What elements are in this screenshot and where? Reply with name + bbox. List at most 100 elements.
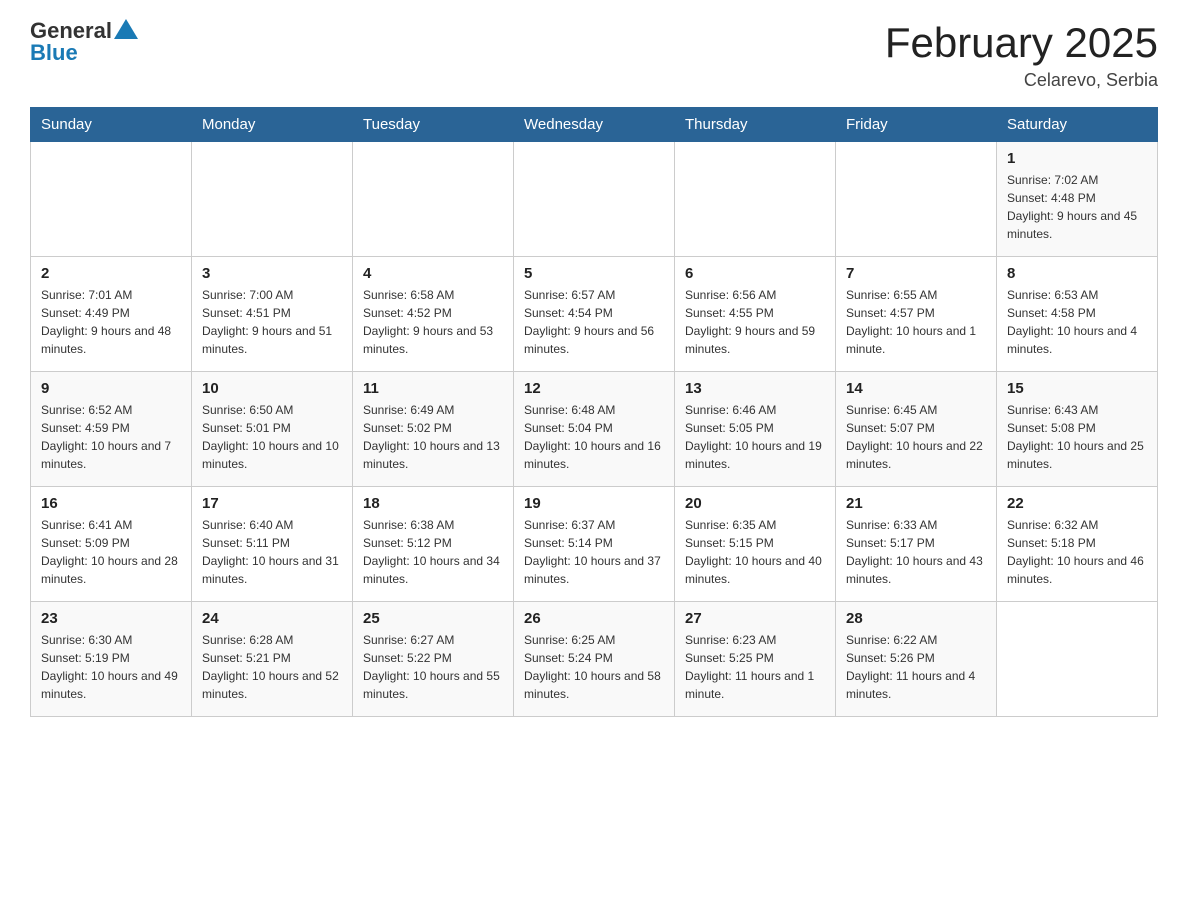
logo: General Blue: [30, 20, 138, 64]
day-number: 18: [363, 495, 503, 512]
day-number: 3: [202, 265, 342, 282]
day-number: 16: [41, 495, 181, 512]
day-info: Sunrise: 6:43 AMSunset: 5:08 PMDaylight:…: [1007, 401, 1147, 473]
day-info: Sunrise: 6:40 AMSunset: 5:11 PMDaylight:…: [202, 516, 342, 588]
header-thursday: Thursday: [675, 108, 836, 142]
table-row: 8 Sunrise: 6:53 AMSunset: 4:58 PMDaylight…: [997, 257, 1158, 372]
weekday-header-row: Sunday Monday Tuesday Wednesday Thursday…: [31, 108, 1158, 142]
header-tuesday: Tuesday: [353, 108, 514, 142]
day-info: Sunrise: 6:48 AMSunset: 5:04 PMDaylight:…: [524, 401, 664, 473]
day-number: 10: [202, 380, 342, 397]
day-info: Sunrise: 6:28 AMSunset: 5:21 PMDaylight:…: [202, 631, 342, 703]
table-row: 24 Sunrise: 6:28 AMSunset: 5:21 PMDayligh…: [192, 602, 353, 717]
header-sunday: Sunday: [31, 108, 192, 142]
logo-triangle-icon: [114, 19, 138, 39]
table-row: 21 Sunrise: 6:33 AMSunset: 5:17 PMDayligh…: [836, 487, 997, 602]
day-info: Sunrise: 6:30 AMSunset: 5:19 PMDaylight:…: [41, 631, 181, 703]
table-row: 13Sunrise: 6:46 AMSunset: 5:05 PMDayligh…: [675, 372, 836, 487]
table-row: 12 Sunrise: 6:48 AMSunset: 5:04 PMDayligh…: [514, 372, 675, 487]
table-row: 18 Sunrise: 6:38 AMSunset: 5:12 PMDayligh…: [353, 487, 514, 602]
day-info: Sunrise: 7:00 AMSunset: 4:51 PMDaylight:…: [202, 286, 342, 358]
day-info: Sunrise: 6:45 AMSunset: 5:07 PMDaylight:…: [846, 401, 986, 473]
table-row: 25 Sunrise: 6:27 AMSunset: 5:22 PMDayligh…: [353, 602, 514, 717]
calendar-title: February 2025: [885, 20, 1158, 66]
day-number: 17: [202, 495, 342, 512]
title-group: February 2025 Celarevo, Serbia: [885, 20, 1158, 91]
day-info: Sunrise: 6:57 AMSunset: 4:54 PMDaylight:…: [524, 286, 664, 358]
calendar-week-row: 16Sunrise: 6:41 AMSunset: 5:09 PMDayligh…: [31, 487, 1158, 602]
table-row: [997, 602, 1158, 717]
table-row: [192, 142, 353, 257]
day-number: 5: [524, 265, 664, 282]
day-info: Sunrise: 6:38 AMSunset: 5:12 PMDaylight:…: [363, 516, 503, 588]
calendar-week-row: 2 Sunrise: 7:01 AMSunset: 4:49 PMDaylight…: [31, 257, 1158, 372]
header-monday: Monday: [192, 108, 353, 142]
day-number: 8: [1007, 265, 1147, 282]
day-info: Sunrise: 6:58 AMSunset: 4:52 PMDaylight:…: [363, 286, 503, 358]
table-row: [836, 142, 997, 257]
day-number: 11: [363, 380, 503, 397]
day-info: Sunrise: 7:02 AMSunset: 4:48 PMDaylight:…: [1007, 171, 1147, 243]
table-row: 23 Sunrise: 6:30 AMSunset: 5:19 PMDayligh…: [31, 602, 192, 717]
day-number: 20: [685, 495, 825, 512]
day-info: Sunrise: 6:27 AMSunset: 5:22 PMDaylight:…: [363, 631, 503, 703]
day-info: Sunrise: 6:32 AMSunset: 5:18 PMDaylight:…: [1007, 516, 1147, 588]
day-info: Sunrise: 7:01 AMSunset: 4:49 PMDaylight:…: [41, 286, 181, 358]
day-number: 21: [846, 495, 986, 512]
table-row: 2 Sunrise: 7:01 AMSunset: 4:49 PMDaylight…: [31, 257, 192, 372]
table-row: [675, 142, 836, 257]
calendar-week-row: 1Sunrise: 7:02 AMSunset: 4:48 PMDaylight…: [31, 142, 1158, 257]
day-number: 15: [1007, 380, 1147, 397]
day-info: Sunrise: 6:56 AMSunset: 4:55 PMDaylight:…: [685, 286, 825, 358]
day-number: 25: [363, 610, 503, 627]
day-number: 19: [524, 495, 664, 512]
table-row: 26Sunrise: 6:25 AMSunset: 5:24 PMDayligh…: [514, 602, 675, 717]
day-info: Sunrise: 6:52 AMSunset: 4:59 PMDaylight:…: [41, 401, 181, 473]
table-row: 28 Sunrise: 6:22 AMSunset: 5:26 PMDayligh…: [836, 602, 997, 717]
table-row: [514, 142, 675, 257]
day-number: 24: [202, 610, 342, 627]
day-number: 7: [846, 265, 986, 282]
calendar-subtitle: Celarevo, Serbia: [885, 70, 1158, 91]
table-row: [353, 142, 514, 257]
day-number: 6: [685, 265, 825, 282]
table-row: 27 Sunrise: 6:23 AMSunset: 5:25 PMDayligh…: [675, 602, 836, 717]
table-row: 20 Sunrise: 6:35 AMSunset: 5:15 PMDayligh…: [675, 487, 836, 602]
table-row: 16Sunrise: 6:41 AMSunset: 5:09 PMDayligh…: [31, 487, 192, 602]
table-row: 17 Sunrise: 6:40 AMSunset: 5:11 PMDayligh…: [192, 487, 353, 602]
page-header: General Blue February 2025 Celarevo, Ser…: [30, 20, 1158, 91]
day-info: Sunrise: 6:35 AMSunset: 5:15 PMDaylight:…: [685, 516, 825, 588]
day-info: Sunrise: 6:53 AMSunset: 4:58 PMDaylight:…: [1007, 286, 1147, 358]
day-info: Sunrise: 6:23 AMSunset: 5:25 PMDaylight:…: [685, 631, 825, 703]
day-number: 12: [524, 380, 664, 397]
day-number: 23: [41, 610, 181, 627]
day-number: 27: [685, 610, 825, 627]
table-row: 15 Sunrise: 6:43 AMSunset: 5:08 PMDayligh…: [997, 372, 1158, 487]
calendar-table: Sunday Monday Tuesday Wednesday Thursday…: [30, 107, 1158, 717]
table-row: 11 Sunrise: 6:49 AMSunset: 5:02 PMDayligh…: [353, 372, 514, 487]
day-info: Sunrise: 6:22 AMSunset: 5:26 PMDaylight:…: [846, 631, 986, 703]
day-number: 2: [41, 265, 181, 282]
table-row: 7 Sunrise: 6:55 AMSunset: 4:57 PMDaylight…: [836, 257, 997, 372]
day-info: Sunrise: 6:37 AMSunset: 5:14 PMDaylight:…: [524, 516, 664, 588]
day-number: 26: [524, 610, 664, 627]
table-row: [31, 142, 192, 257]
table-row: 22 Sunrise: 6:32 AMSunset: 5:18 PMDayligh…: [997, 487, 1158, 602]
logo-blue-text: Blue: [30, 42, 138, 64]
header-wednesday: Wednesday: [514, 108, 675, 142]
day-number: 13: [685, 380, 825, 397]
day-info: Sunrise: 6:33 AMSunset: 5:17 PMDaylight:…: [846, 516, 986, 588]
day-info: Sunrise: 6:50 AMSunset: 5:01 PMDaylight:…: [202, 401, 342, 473]
table-row: 19 Sunrise: 6:37 AMSunset: 5:14 PMDayligh…: [514, 487, 675, 602]
day-info: Sunrise: 6:55 AMSunset: 4:57 PMDaylight:…: [846, 286, 986, 358]
day-number: 28: [846, 610, 986, 627]
day-number: 9: [41, 380, 181, 397]
day-info: Sunrise: 6:49 AMSunset: 5:02 PMDaylight:…: [363, 401, 503, 473]
calendar-week-row: 23 Sunrise: 6:30 AMSunset: 5:19 PMDayligh…: [31, 602, 1158, 717]
header-friday: Friday: [836, 108, 997, 142]
day-number: 14: [846, 380, 986, 397]
day-number: 22: [1007, 495, 1147, 512]
table-row: 14 Sunrise: 6:45 AMSunset: 5:07 PMDayligh…: [836, 372, 997, 487]
table-row: 4Sunrise: 6:58 AMSunset: 4:52 PMDaylight…: [353, 257, 514, 372]
calendar-week-row: 9 Sunrise: 6:52 AMSunset: 4:59 PMDaylight…: [31, 372, 1158, 487]
